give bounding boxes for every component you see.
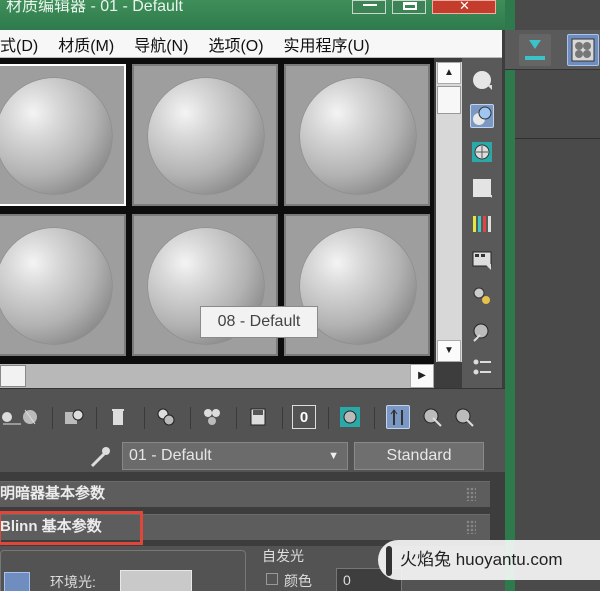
select-by-material-icon[interactable] — [470, 320, 494, 344]
toolbar-separator — [328, 407, 329, 429]
scroll-thumb[interactable] — [437, 86, 461, 114]
lock-button[interactable] — [4, 572, 30, 591]
rollout-grip — [466, 520, 476, 534]
rollout-title: 明暗器基本参数 — [0, 485, 106, 502]
host-app-background — [505, 0, 600, 591]
window-title: 材质编辑器 - 01 - Default — [6, 0, 183, 15]
save-file-button[interactable] — [519, 34, 551, 66]
show-end-result-icon[interactable] — [386, 405, 410, 429]
toolbar-separator — [236, 407, 237, 429]
material-type-button[interactable]: Standard — [354, 442, 484, 470]
toolbar-separator — [190, 407, 191, 429]
material-name-row: 01 - Default ▼ Standard — [0, 442, 505, 472]
menu-options[interactable]: 选项(O) — [198, 32, 273, 56]
pick-material-button[interactable] — [88, 444, 112, 470]
show-in-viewport-icon[interactable] — [338, 405, 362, 429]
material-map-navigator-icon[interactable] — [470, 356, 494, 380]
menu-mode[interactable]: 式(D) — [0, 32, 48, 56]
menu-navigation[interactable]: 导航(N) — [124, 32, 198, 56]
material-id-channel-button[interactable]: 0 — [292, 405, 316, 429]
rollout-grip — [466, 487, 476, 501]
slots-vertical-scrollbar[interactable]: ▲ ▼ — [436, 62, 462, 362]
video-color-check-icon[interactable] — [470, 212, 494, 236]
make-copy-icon[interactable] — [154, 405, 178, 429]
ambient-color-swatch[interactable] — [120, 570, 192, 591]
menu-utilities[interactable]: 实用程序(U) — [274, 32, 380, 56]
toolbar-separator — [52, 407, 53, 429]
options-icon[interactable] — [470, 284, 494, 308]
reset-map-icon[interactable] — [106, 405, 130, 429]
sample-slot[interactable] — [284, 64, 430, 206]
side-toolbar — [462, 58, 502, 388]
close-icon: ✕ — [459, 0, 470, 13]
sample-sphere — [300, 78, 416, 194]
put-to-scene-icon[interactable] — [18, 405, 42, 429]
material-editor-button[interactable] — [567, 34, 599, 66]
material-name-field[interactable]: 01 - Default ▼ — [122, 442, 348, 470]
scroll-up-button[interactable]: ▲ — [437, 62, 461, 84]
sample-uv-icon[interactable] — [470, 176, 494, 200]
scroll-down-button[interactable]: ▼ — [437, 340, 461, 362]
maximize-button[interactable] — [392, 0, 426, 14]
scroll-right-button[interactable]: ▶ — [410, 364, 434, 388]
slots-horizontal-scrollbar[interactable]: ▶ — [0, 364, 434, 388]
assign-to-selection-icon[interactable] — [62, 405, 86, 429]
material-toolbar: 0 — [0, 388, 505, 442]
minimize-button[interactable] — [352, 0, 386, 14]
make-preview-icon[interactable] — [470, 248, 494, 272]
material-editor-icon — [571, 38, 595, 62]
self-illum-color-checkbox[interactable] — [266, 573, 278, 585]
close-button[interactable]: ✕ — [432, 0, 496, 14]
menu-material[interactable]: 材质(M) — [48, 32, 124, 56]
make-unique-icon[interactable] — [200, 405, 224, 429]
slot-tooltip: 08 - Default — [200, 306, 318, 338]
host-toolbar — [505, 30, 600, 70]
window-title-bar[interactable]: 材质编辑器 - 01 - Default ✕ — [0, 0, 505, 30]
watermark-text: 火焰兔 huoyantu.com — [400, 550, 563, 569]
checker-background-icon[interactable] — [470, 140, 494, 164]
dropdown-arrow-icon: ▼ — [328, 450, 339, 462]
divider — [515, 138, 600, 139]
sample-sphere — [148, 78, 264, 194]
material-name-value: 01 - Default — [129, 447, 212, 464]
sample-slot[interactable] — [0, 64, 126, 206]
self-illumination-title: 自发光 — [262, 548, 304, 564]
scroll-thumb[interactable] — [0, 365, 26, 387]
maximize-icon — [403, 2, 417, 10]
go-to-parent-icon[interactable] — [420, 405, 444, 429]
minimize-icon — [363, 4, 377, 6]
toolbar-separator — [374, 407, 375, 429]
backlight-icon[interactable] — [470, 104, 494, 128]
watermark: 火焰兔 huoyantu.com — [378, 540, 600, 580]
toolbar-separator — [144, 407, 145, 429]
sample-sphere — [0, 78, 112, 194]
download-icon — [525, 40, 545, 60]
ambient-label: 环境光: — [50, 574, 96, 590]
sample-slot[interactable] — [132, 64, 278, 206]
color-label: 颜色 — [284, 573, 312, 589]
eyedropper-icon — [90, 447, 110, 468]
sample-slot[interactable] — [0, 214, 126, 356]
go-forward-sibling-icon[interactable] — [452, 405, 476, 429]
watermark-logo-icon — [386, 545, 392, 576]
window-border — [505, 0, 515, 591]
rollout-shader-basic[interactable]: 明暗器基本参数 — [0, 481, 490, 507]
menu-bar: 式(D) 材质(M) 导航(N) 选项(O) 实用程序(U) — [0, 30, 502, 58]
highlight-box — [0, 511, 143, 545]
sample-sphere — [0, 228, 112, 344]
sample-sphere-icon[interactable] — [470, 68, 494, 92]
toolbar-separator — [96, 407, 97, 429]
toolbar-separator — [282, 407, 283, 429]
put-to-library-icon[interactable] — [246, 405, 270, 429]
